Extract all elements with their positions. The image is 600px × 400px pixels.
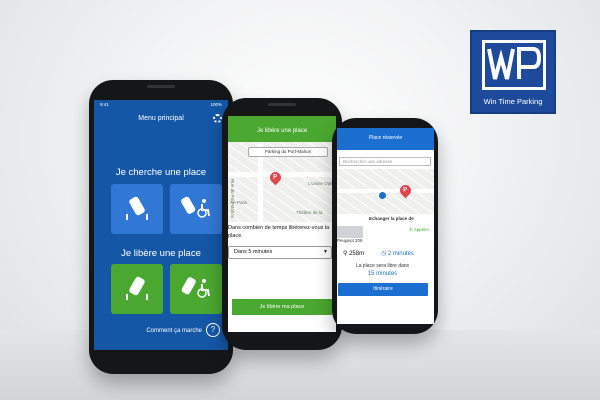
status-bar: 9:41 100% bbox=[94, 100, 228, 109]
phone-free-place: Je libère une place Parking du Port-Maho… bbox=[222, 98, 342, 350]
map-label: Rue du Port-Mahon bbox=[230, 179, 235, 219]
phone-reserved-place: Place réservée Rechercher une adresse P … bbox=[332, 118, 438, 334]
duration-readout: ◷ 2 minutes bbox=[381, 250, 414, 257]
parking-pin-icon[interactable]: P bbox=[397, 182, 414, 199]
call-button[interactable]: ✆ Appeler bbox=[409, 227, 429, 233]
map-label: AA Paris bbox=[230, 200, 248, 205]
page-title: Je libère une place bbox=[256, 128, 308, 134]
page-title: Menu principal bbox=[138, 115, 184, 122]
map-road bbox=[337, 189, 434, 193]
free-accessible-place-button[interactable] bbox=[170, 264, 222, 314]
distance-value: 258m bbox=[349, 251, 365, 257]
distance-readout: ⚲ 258m bbox=[343, 250, 364, 257]
release-time-select[interactable]: Dans 5 minutes ▼ bbox=[228, 246, 332, 259]
search-place-button[interactable] bbox=[111, 184, 163, 234]
car-wheelchair-icon bbox=[180, 274, 212, 305]
phone-menu-principal: 9:41 100% Menu principal Je cherche une … bbox=[89, 80, 233, 374]
map-label: Théâtre de la bbox=[296, 210, 323, 215]
status-battery: 100% bbox=[210, 102, 222, 107]
free-place-title: Je libère une place bbox=[121, 248, 201, 259]
free-my-place-button[interactable]: Je libère ma place bbox=[232, 299, 332, 315]
free-place-button[interactable] bbox=[111, 264, 163, 314]
help-icon[interactable]: ? bbox=[206, 323, 220, 337]
release-time-question: Dans combien de temps libérerez-vous la … bbox=[228, 225, 330, 239]
free-place-screen: Je libère une place Parking du Port-Maho… bbox=[228, 116, 336, 332]
map-view[interactable]: Parking du Port-Mahon Rue du Port-Mahon … bbox=[228, 142, 336, 222]
chevron-down-icon: ▼ bbox=[323, 249, 328, 255]
user-location-icon bbox=[379, 192, 386, 199]
win-time-parking-logo: Win Time Parking bbox=[470, 30, 556, 114]
walk-icon: ⚲ bbox=[343, 251, 348, 257]
map-view[interactable]: P bbox=[337, 169, 434, 214]
phone-icon: ✆ bbox=[409, 227, 413, 232]
phone-speaker bbox=[147, 85, 175, 88]
map-label: L'Usine Opé bbox=[308, 181, 333, 186]
menu-screen: 9:41 100% Menu principal Je cherche une … bbox=[94, 100, 228, 350]
phone-speaker bbox=[268, 103, 296, 106]
select-value: Dans 5 minutes bbox=[234, 249, 273, 255]
reserved-place-screen: Place réservée Rechercher une adresse P … bbox=[337, 128, 434, 324]
search-place-title: Je cherche une place bbox=[115, 167, 207, 178]
address-search-input[interactable]: Rechercher une adresse bbox=[339, 157, 431, 166]
itinerary-button[interactable]: Itinéraire bbox=[338, 283, 428, 296]
help-link[interactable]: Comment ça marche bbox=[94, 328, 202, 334]
gear-icon[interactable] bbox=[213, 114, 222, 123]
status-time: 9:41 bbox=[100, 102, 109, 107]
car-model: Peugeot 206 bbox=[337, 238, 363, 243]
logo-mark-icon bbox=[482, 40, 546, 90]
duration-value: 2 minutes bbox=[387, 251, 414, 257]
car-icon bbox=[124, 274, 150, 305]
user-avatar bbox=[337, 226, 363, 238]
car-wheelchair-icon bbox=[180, 194, 212, 225]
car-icon bbox=[124, 194, 150, 225]
page-title: Place réservée bbox=[368, 135, 403, 141]
free-in-text: La place sera libre dans bbox=[355, 263, 410, 269]
location-chip[interactable]: Parking du Port-Mahon bbox=[248, 147, 328, 157]
search-accessible-place-button[interactable] bbox=[170, 184, 222, 234]
call-label: Appeler bbox=[413, 227, 430, 232]
clock-icon: ◷ bbox=[381, 251, 387, 257]
exchange-title: Echanger la place de bbox=[369, 216, 414, 221]
free-in-minutes: 15 minutes bbox=[367, 271, 398, 277]
map-road bbox=[228, 172, 336, 177]
logo-text: Win Time Parking bbox=[483, 97, 543, 106]
